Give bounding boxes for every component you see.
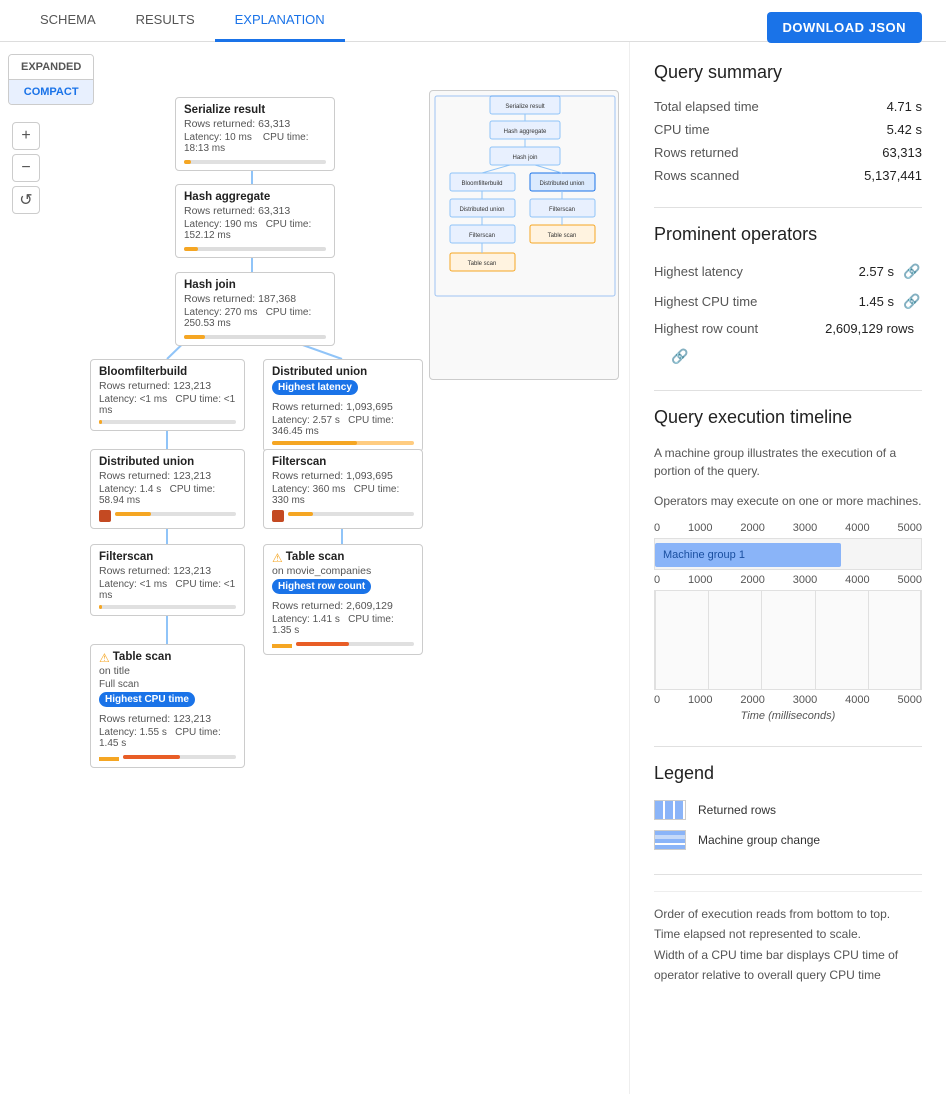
svg-text:Hash join: Hash join	[512, 155, 537, 161]
legend-section: Legend Returned rows Machine group chang…	[654, 763, 922, 850]
legend-returned-rows: Returned rows	[654, 800, 922, 820]
query-summary-title: Query summary	[654, 62, 922, 83]
zoom-in-button[interactable]: +	[12, 122, 40, 150]
timeline-x-label: Time (milliseconds)	[654, 710, 922, 722]
timeline-title: Query execution timeline	[654, 407, 922, 428]
svg-text:Filterscan: Filterscan	[549, 207, 575, 213]
summary-grid: Total elapsed time 4.71 s CPU time 5.42 …	[654, 99, 922, 183]
legend-title: Legend	[654, 763, 922, 784]
timeline-desc2: Operators may execute on one or more mac…	[654, 492, 922, 510]
tab-schema[interactable]: SCHEMA	[20, 0, 116, 42]
highest-latency-row: Highest latency 2.57 s 🔗	[654, 261, 922, 281]
timeline-axis-bottom: 0 1000 2000 3000 4000 5000	[654, 574, 922, 586]
timeline-axis-top: 0 1000 2000 3000 4000 5000	[654, 522, 922, 534]
zoom-out-button[interactable]: −	[12, 154, 40, 182]
tab-explanation[interactable]: EXPLANATION	[215, 0, 345, 42]
cpu-time-value: 5.42 s	[788, 122, 922, 137]
cpu-time-label: CPU time	[654, 122, 788, 137]
prominent-operators-section: Prominent operators Highest latency 2.57…	[654, 224, 922, 366]
rows-scanned-label: Rows scanned	[654, 168, 788, 183]
timeline-desc1: A machine group illustrates the executio…	[654, 444, 922, 480]
expanded-toggle[interactable]: EXPANDED	[9, 55, 93, 80]
divider-3	[654, 746, 922, 747]
highest-row-count-row: Highest row count 2,609,129 rows	[654, 321, 922, 336]
returned-rows-swatch	[654, 800, 686, 820]
node-tablescan-title[interactable]: ⚠ Table scan on title Full scan Highest …	[90, 644, 245, 768]
divider-2	[654, 390, 922, 391]
warning-icon: ⚠	[272, 551, 283, 565]
highest-latency-link[interactable]: 🔗	[902, 261, 922, 281]
svg-text:Bloomfilterbuild: Bloomfilterbuild	[461, 181, 502, 187]
rows-returned-value: 63,313	[788, 145, 922, 160]
footer-notes: Order of execution reads from bottom to …	[654, 891, 922, 986]
svg-text:Filterscan: Filterscan	[469, 233, 495, 239]
node-hash-join[interactable]: Hash join Rows returned: 187,368 Latency…	[175, 272, 335, 346]
query-summary-section: Query summary Total elapsed time 4.71 s …	[654, 62, 922, 183]
node-filterscan-2[interactable]: Filterscan Rows returned: 123,213 Latenc…	[90, 544, 245, 616]
graph-area[interactable]: Serialize result Rows returned: 63,313 L…	[0, 42, 629, 1094]
node-distributed-union-1[interactable]: Distributed union Highest latency Rows r…	[263, 359, 423, 452]
left-panel: EXPANDED COMPACT + − ↺	[0, 42, 630, 1094]
returned-rows-label: Returned rows	[698, 803, 776, 817]
footer-note-3: Width of a CPU time bar displays CPU tim…	[654, 945, 922, 986]
node-serialize[interactable]: Serialize result Rows returned: 63,313 L…	[175, 97, 335, 171]
svg-text:Serialize result: Serialize result	[505, 104, 545, 110]
highest-cpu-row: Highest CPU time 1.45 s 🔗	[654, 291, 922, 311]
timeline-section: Query execution timeline A machine group…	[654, 407, 922, 722]
download-json-button[interactable]: DOWNLOAD JSON	[767, 12, 923, 43]
compact-toggle[interactable]: COMPACT	[9, 80, 93, 104]
highest-row-link[interactable]: 🔗	[670, 346, 690, 366]
node-filterscan-1[interactable]: Filterscan Rows returned: 1,093,695 Late…	[263, 449, 423, 529]
node-hash-aggregate[interactable]: Hash aggregate Rows returned: 63,313 Lat…	[175, 184, 335, 258]
zoom-controls: + − ↺	[12, 122, 40, 214]
timeline-axis-bottom2: 0 1000 2000 3000 4000 5000	[654, 694, 922, 706]
svg-text:Hash aggregate: Hash aggregate	[504, 129, 547, 135]
main-container: EXPANDED COMPACT + − ↺	[0, 42, 946, 1094]
footer-note-2: Time elapsed not represented to scale.	[654, 924, 922, 944]
node-distributed-union-2[interactable]: Distributed union Rows returned: 123,213…	[90, 449, 245, 529]
view-toggle: EXPANDED COMPACT	[8, 54, 94, 105]
machine-group-bar: Machine group 1	[655, 543, 841, 567]
minimap[interactable]: Serialize result Hash aggregate Hash joi…	[429, 90, 619, 380]
zoom-reset-button[interactable]: ↺	[12, 186, 40, 214]
tab-results[interactable]: RESULTS	[116, 0, 215, 42]
node-tablescan-companies[interactable]: ⚠ Table scan on movie_companies Highest …	[263, 544, 423, 655]
highest-latency-badge: Highest latency	[272, 380, 358, 395]
legend-machine-change: Machine group change	[654, 830, 922, 850]
total-elapsed-value: 4.71 s	[788, 99, 922, 114]
highest-row-count-badge: Highest row count	[272, 579, 371, 594]
svg-text:Table scan: Table scan	[468, 261, 497, 267]
svg-text:Distributed union: Distributed union	[459, 207, 504, 213]
right-panel: Query summary Total elapsed time 4.71 s …	[630, 42, 946, 1094]
rows-scanned-value: 5,137,441	[788, 168, 922, 183]
prominent-operators-title: Prominent operators	[654, 224, 922, 245]
total-elapsed-label: Total elapsed time	[654, 99, 788, 114]
highest-cpu-badge: Highest CPU time	[99, 692, 195, 707]
rows-returned-label: Rows returned	[654, 145, 788, 160]
timeline-chart-body	[654, 590, 922, 690]
node-bloomfilterbuild[interactable]: Bloomfilterbuild Rows returned: 123,213 …	[90, 359, 245, 431]
divider-1	[654, 207, 922, 208]
timeline-bar-area: Machine group 1	[654, 538, 922, 570]
machine-group-label: Machine group change	[698, 833, 820, 847]
highest-cpu-link[interactable]: 🔗	[902, 291, 922, 311]
svg-text:Table scan: Table scan	[548, 233, 577, 239]
machine-group-swatch	[654, 830, 686, 850]
divider-4	[654, 874, 922, 875]
svg-text:Distributed union: Distributed union	[539, 181, 584, 187]
footer-note-1: Order of execution reads from bottom to …	[654, 904, 922, 924]
warning-icon-title: ⚠	[99, 651, 110, 665]
